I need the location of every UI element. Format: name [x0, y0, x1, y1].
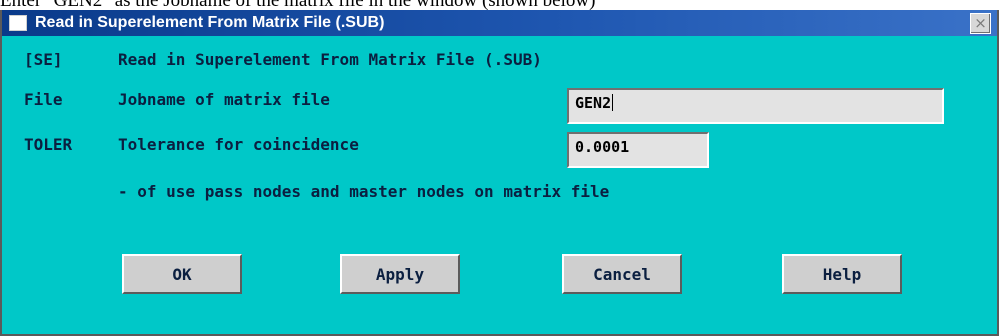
toler-label: Tolerance for coincidence: [118, 135, 359, 154]
dialog-window: Read in Superelement From Matrix File (.…: [0, 10, 999, 336]
window-icon: [9, 15, 27, 31]
ok-button[interactable]: OK: [122, 254, 242, 294]
header-key: [SE]: [24, 50, 63, 69]
tolerance-value: 0.0001: [575, 138, 630, 156]
close-icon: ×: [974, 14, 987, 32]
help-button[interactable]: Help: [782, 254, 902, 294]
note-text: - of use pass nodes and master nodes on …: [118, 182, 610, 201]
page-caption: Enter "GEN2" as the Jobname of the matri…: [0, 0, 999, 10]
header-text: Read in Superelement From Matrix File (.…: [118, 50, 542, 69]
cancel-button[interactable]: Cancel: [562, 254, 682, 294]
file-key: File: [24, 90, 63, 109]
jobname-value: GEN2: [575, 94, 612, 112]
jobname-input[interactable]: GEN2: [567, 88, 944, 124]
apply-button[interactable]: Apply: [340, 254, 460, 294]
window-title: Read in Superelement From Matrix File (.…: [35, 14, 385, 31]
title-bar[interactable]: Read in Superelement From Matrix File (.…: [2, 10, 997, 36]
text-cursor: [612, 94, 614, 111]
close-button[interactable]: ×: [970, 13, 991, 34]
tolerance-input[interactable]: 0.0001: [567, 132, 709, 168]
toler-key: TOLER: [24, 135, 73, 154]
file-label: Jobname of matrix file: [118, 90, 330, 109]
